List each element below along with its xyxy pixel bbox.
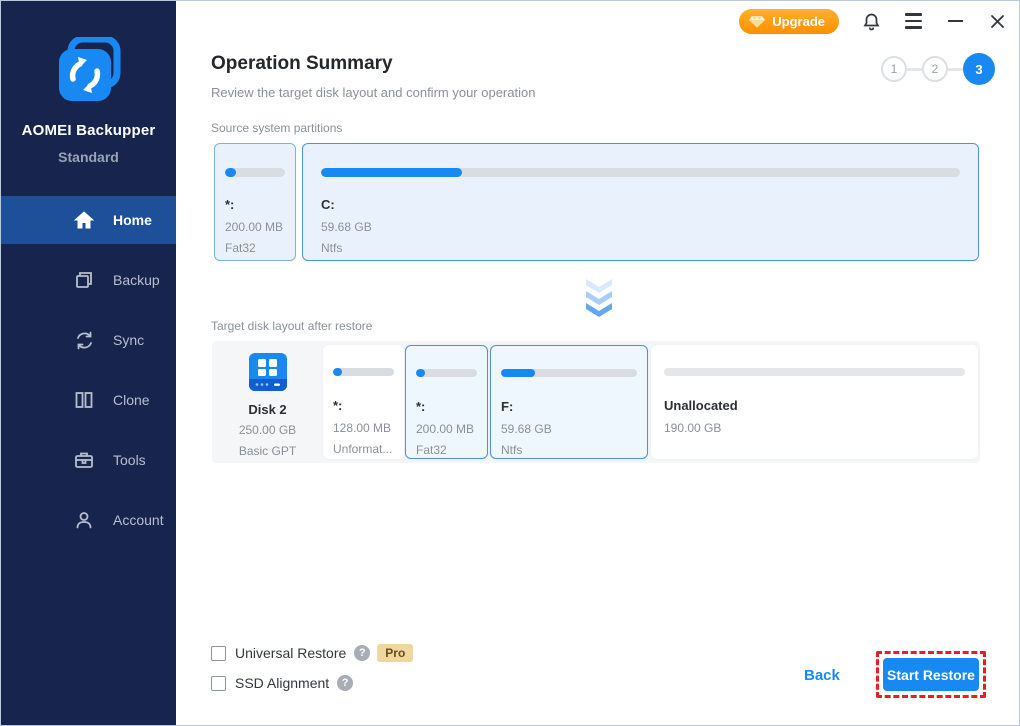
- sidebar-item-sync[interactable]: Sync: [1, 316, 176, 364]
- step-2: 2: [922, 56, 948, 82]
- partition-size: 59.68 GB: [321, 220, 960, 235]
- upgrade-button[interactable]: Upgrade: [739, 9, 839, 34]
- usage-bar: [416, 369, 477, 377]
- partition-name: F:: [501, 399, 637, 414]
- sidebar-item-label: Sync: [113, 332, 144, 348]
- target-partition-unallocated[interactable]: Unallocated 190.00 GB: [651, 345, 978, 459]
- minimize-icon[interactable]: [945, 11, 965, 31]
- home-icon: [73, 209, 95, 231]
- disk-size: 250.00 GB: [212, 422, 323, 438]
- source-partition-efi[interactable]: *: 200.00 MB Fat32: [214, 143, 296, 261]
- sidebar-item-label: Home: [113, 212, 152, 228]
- app-edition: Standard: [1, 149, 176, 165]
- usage-bar: [664, 368, 965, 376]
- step-indicator: 1 2 3: [881, 53, 995, 85]
- partition-size: 59.68 GB: [501, 422, 637, 437]
- tools-icon: [73, 449, 95, 471]
- upgrade-label: Upgrade: [772, 14, 825, 29]
- account-icon: [73, 509, 95, 531]
- usage-bar: [501, 369, 637, 377]
- main-content: Upgrade Operation Summary Review the tar…: [176, 1, 1020, 726]
- step-connector: [948, 68, 963, 71]
- ssd-alignment-label: SSD Alignment: [235, 675, 329, 691]
- partition-size: 128.00 MB: [333, 421, 394, 436]
- aomei-logo-icon: [53, 37, 125, 107]
- app-window: AOMEI Backupper Standard Home: [0, 0, 1020, 726]
- disk-type: Basic GPT: [212, 443, 323, 459]
- close-icon[interactable]: [987, 11, 1007, 31]
- source-partition-c[interactable]: C: 59.68 GB Ntfs: [302, 143, 979, 261]
- pro-badge: Pro: [377, 644, 413, 662]
- app-logo: AOMEI Backupper Standard: [1, 37, 176, 165]
- partition-filesystem: Fat32: [225, 241, 285, 256]
- target-disk-container: Disk 2 250.00 GB Basic GPT *: 128.00 MB …: [212, 341, 980, 463]
- back-button[interactable]: Back: [804, 667, 840, 684]
- partition-filesystem: Fat32: [416, 443, 477, 458]
- universal-restore-label: Universal Restore: [235, 645, 346, 661]
- step-3-current: 3: [963, 53, 995, 85]
- universal-restore-option: Universal Restore ? Pro: [211, 643, 413, 663]
- page-subtitle: Review the target disk layout and confir…: [211, 85, 535, 100]
- sidebar-item-clone[interactable]: Clone: [1, 376, 176, 424]
- target-partition-f[interactable]: F: 59.68 GB Ntfs: [490, 345, 648, 459]
- sync-icon: [73, 329, 95, 351]
- sidebar-item-label: Tools: [113, 452, 146, 468]
- sidebar-item-backup[interactable]: Backup: [1, 256, 176, 304]
- sidebar: AOMEI Backupper Standard Home: [1, 1, 176, 726]
- partition-size: 200.00 MB: [416, 422, 477, 437]
- partition-size: 190.00 GB: [664, 421, 965, 436]
- target-disk-info: Disk 2 250.00 GB Basic GPT: [212, 341, 323, 463]
- partition-size: 200.00 MB: [225, 220, 285, 235]
- menu-icon[interactable]: [903, 11, 923, 31]
- partition-name: C:: [321, 197, 960, 212]
- restore-direction-chevrons-icon: [583, 277, 615, 322]
- target-partition-msr[interactable]: *: 128.00 MB Unformat...: [323, 345, 404, 459]
- help-icon[interactable]: ?: [337, 675, 353, 691]
- partition-filesystem: Ntfs: [321, 241, 960, 256]
- sidebar-item-tools[interactable]: Tools: [1, 436, 176, 484]
- clone-icon: [73, 389, 95, 411]
- sidebar-nav: Home Backup: [1, 196, 176, 556]
- partition-name: *:: [416, 399, 477, 414]
- disk-name: Disk 2: [212, 402, 323, 417]
- backup-icon: [73, 269, 95, 291]
- target-section-label: Target disk layout after restore: [211, 319, 372, 333]
- partition-name: *:: [333, 398, 394, 413]
- partition-filesystem: Ntfs: [501, 443, 637, 458]
- partition-filesystem: Unformat...: [333, 442, 394, 457]
- restore-options: Universal Restore ? Pro SSD Alignment ?: [211, 643, 413, 703]
- sidebar-item-home[interactable]: Home: [1, 196, 176, 244]
- ssd-alignment-checkbox[interactable]: [211, 676, 226, 691]
- app-name: AOMEI Backupper: [1, 122, 176, 139]
- source-partition-row: *: 200.00 MB Fat32 C: 59.68 GB Ntfs: [214, 143, 979, 261]
- ssd-alignment-option: SSD Alignment ?: [211, 673, 413, 693]
- step-1: 1: [881, 56, 907, 82]
- source-section-label: Source system partitions: [211, 121, 342, 135]
- step-connector: [907, 68, 922, 71]
- start-restore-button[interactable]: Start Restore: [883, 658, 979, 691]
- help-icon[interactable]: ?: [354, 645, 370, 661]
- universal-restore-checkbox[interactable]: [211, 646, 226, 661]
- annotation-highlight-box: Start Restore: [876, 651, 986, 698]
- disk-icon: [245, 351, 291, 395]
- notifications-bell-icon[interactable]: [861, 11, 881, 31]
- sidebar-item-account[interactable]: Account: [1, 496, 176, 544]
- partition-name: *:: [225, 197, 285, 212]
- usage-bar: [321, 168, 960, 177]
- partition-name: Unallocated: [664, 398, 965, 413]
- titlebar: Upgrade: [739, 1, 1020, 41]
- sidebar-item-label: Clone: [113, 392, 150, 408]
- gem-icon: [749, 15, 765, 28]
- usage-bar: [333, 368, 394, 376]
- page-title: Operation Summary: [211, 53, 393, 75]
- target-partition-efi[interactable]: *: 200.00 MB Fat32: [405, 345, 488, 459]
- sidebar-item-label: Account: [113, 512, 164, 528]
- sidebar-item-label: Backup: [113, 272, 160, 288]
- usage-bar: [225, 168, 285, 177]
